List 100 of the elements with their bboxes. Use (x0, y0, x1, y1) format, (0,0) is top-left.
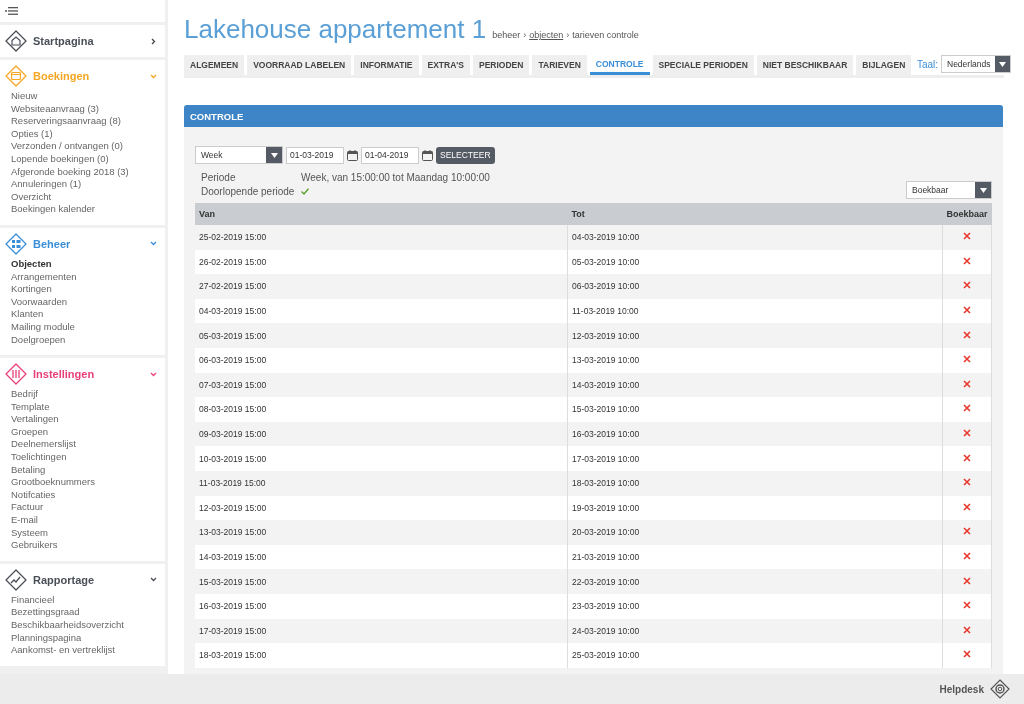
table-cell: 11-03-2019 15:00 (195, 470, 568, 496)
select-button[interactable]: SELECTEER (436, 146, 495, 164)
panel-header: CONTROLE (184, 105, 1003, 127)
sidebar-item[interactable]: Bedrijf (11, 388, 165, 401)
period-select[interactable]: Week (195, 146, 283, 164)
sidebar-item[interactable]: Voorwaarden (11, 295, 165, 309)
table-cell: 15-03-2019 10:00 (567, 397, 943, 422)
breadcrumb-text: tarieven controle (572, 30, 639, 40)
sidebar-item[interactable]: Groepen (11, 425, 165, 439)
sidebar-item[interactable]: Arrangementen (11, 270, 165, 284)
sidebar-item[interactable]: Grootboeknummers (11, 476, 165, 489)
sidebar-item[interactable]: Bezettingsgraad (11, 606, 165, 619)
sidebar-item[interactable]: Beschikbaarheidsoverzicht (11, 619, 165, 632)
sidebar-item[interactable]: Systeem (11, 526, 165, 540)
tab[interactable]: VOORRAAD LABELEN (247, 55, 352, 75)
sidebar-item[interactable]: Planningspagina (11, 631, 165, 645)
sidebar-item[interactable]: Afgeronde boeking 2018 (3) (11, 165, 165, 179)
sidebar-item[interactable]: Boekingen kalender (11, 203, 165, 216)
column-header: Van (195, 203, 568, 225)
column-header: Tot (567, 203, 943, 225)
table-cell: 06-03-2019 10:00 (567, 274, 943, 299)
section-title[interactable]: Instellingen (33, 368, 144, 381)
info-label: Periode (201, 171, 237, 183)
table-cell: 21-03-2019 10:00 (567, 544, 943, 570)
sidebar-item[interactable]: Notifcaties (11, 488, 165, 502)
table-cell: 09-03-2019 15:00 (195, 421, 568, 447)
language-select[interactable]: Nederlands (941, 55, 1011, 73)
tab[interactable]: TARIEVEN (532, 55, 587, 75)
table-cell: 25-03-2019 10:00 (567, 643, 943, 668)
sidebar-item[interactable]: Reserveringsaanvraag (8) (11, 115, 165, 128)
sidebar-item[interactable]: Objecten (11, 257, 165, 271)
filter-select[interactable]: Boekbaar (906, 181, 992, 199)
table-cell: 25-02-2019 15:00 (195, 225, 568, 250)
sidebar-item[interactable]: Lopende boekingen (0) (11, 152, 165, 166)
breadcrumb-separator: › (566, 30, 570, 40)
sidebar-item[interactable]: Financieel (11, 593, 165, 607)
sidebar-item[interactable]: Gebruikers (11, 539, 165, 552)
tab[interactable]: INFORMATIE (354, 55, 419, 75)
sidebar-item[interactable]: Websiteaanvraag (3) (11, 102, 165, 116)
table-cell: 07-03-2019 15:00 (195, 372, 568, 398)
sidebar-item[interactable]: E-mail (11, 514, 165, 527)
date-field[interactable]: 01-03-2019 (286, 146, 344, 164)
table-cell: 19-03-2019 10:00 (567, 495, 943, 521)
table-cell: 17-03-2019 15:00 (195, 618, 568, 644)
sidebar-item[interactable]: Factuur (11, 501, 165, 515)
tab[interactable]: EXTRA'S (421, 55, 471, 75)
table-cell: 10-03-2019 15:00 (195, 446, 568, 471)
sidebar-item[interactable]: Template (11, 400, 165, 414)
sidebar-item[interactable]: Aankomst- en vertreklijst (11, 644, 165, 657)
sidebar-item[interactable]: Kortingen (11, 283, 165, 296)
table-cell: 16-03-2019 10:00 (567, 421, 943, 447)
table-cell: 27-02-2019 15:00 (195, 274, 568, 299)
sidebar-item[interactable]: Deelnemerslijst (11, 438, 165, 452)
sidebar-item[interactable]: Toelichtingen (11, 451, 165, 464)
column-header: Boekbaar (942, 203, 992, 225)
dropdown-caret-icon (979, 187, 987, 193)
section-title[interactable]: Beheer (33, 237, 144, 250)
table-cell: 13-03-2019 15:00 (195, 520, 568, 545)
table-cell: 20-03-2019 10:00 (567, 520, 943, 545)
sidebar-item[interactable]: Doelgroepen (11, 333, 165, 347)
table-cell: 08-03-2019 15:00 (195, 397, 568, 422)
info-value: Week, van 15:00:00 tot Maandag 10:00:00 (301, 171, 490, 183)
tab[interactable]: NIET BESCHIKBAAR (756, 55, 854, 75)
tab[interactable]: ALGEMEEN (184, 55, 245, 75)
table-cell: 16-03-2019 15:00 (195, 593, 568, 619)
table-cell: 11-03-2019 10:00 (567, 298, 943, 324)
info-label: Doorlopende periode (201, 185, 296, 197)
table-cell: 05-03-2019 10:00 (567, 249, 943, 275)
lifebuoy-icon (990, 679, 1010, 699)
table-cell: 06-03-2019 15:00 (195, 347, 568, 373)
tab[interactable]: SPECIALE PERIODEN (652, 55, 754, 75)
calendar-icon (422, 149, 433, 161)
table-cell: 05-03-2019 15:00 (195, 323, 568, 348)
table-cell: 22-03-2019 10:00 (567, 569, 943, 594)
tab[interactable]: PERIODEN (473, 55, 530, 75)
helpdesk-link[interactable]: Helpdesk (939, 683, 984, 695)
sidebar-item[interactable]: Nieuw (11, 90, 165, 103)
tab[interactable]: BIJLAGEN (856, 55, 912, 75)
sidebar-item[interactable]: Verzonden / ontvangen (0) (11, 140, 165, 153)
table-cell: 04-03-2019 10:00 (567, 225, 943, 250)
breadcrumb-link[interactable]: objecten (529, 30, 564, 40)
sidebar-item[interactable]: Annuleringen (1) (11, 178, 165, 191)
dropdown-caret-icon (270, 152, 278, 158)
table-cell: 17-03-2019 10:00 (567, 446, 943, 471)
sidebar-item[interactable]: Opties (1) (11, 127, 165, 141)
date-field[interactable]: 01-04-2019 (361, 146, 419, 164)
table-cell: 15-03-2019 15:00 (195, 569, 568, 594)
menu-icon[interactable] (5, 6, 19, 16)
table-cell: 18-03-2019 10:00 (567, 470, 943, 496)
table-cell: 12-03-2019 15:00 (195, 495, 568, 521)
sidebar-item[interactable]: Klanten (11, 308, 165, 321)
sidebar-item[interactable]: Overzicht (11, 190, 165, 204)
table-cell: 14-03-2019 15:00 (195, 544, 568, 570)
section-title[interactable]: Rapportage (33, 573, 144, 586)
sidebar-item[interactable]: Betaling (11, 463, 165, 477)
table-cell: 13-03-2019 10:00 (567, 347, 943, 373)
table-cell: 23-03-2019 10:00 (567, 593, 943, 619)
sidebar-item[interactable]: Mailing module (11, 320, 165, 334)
sidebar-item[interactable]: Vertalingen (11, 413, 165, 426)
table-cell: 04-03-2019 15:00 (195, 298, 568, 324)
